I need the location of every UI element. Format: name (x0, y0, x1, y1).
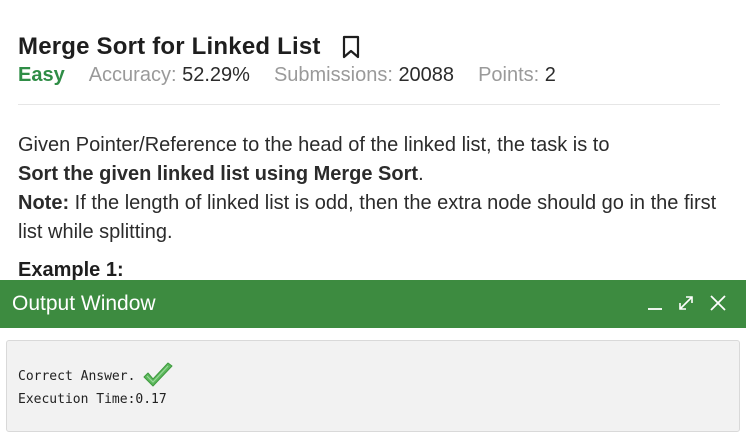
accuracy-stat: Accuracy: 52.29% (89, 64, 250, 87)
output-window-title: Output Window (12, 292, 156, 315)
description-text: Given Pointer/Reference to the head of t… (18, 134, 610, 156)
problem-panel: Merge Sort for Linked List Easy Accuracy… (0, 0, 746, 280)
divider (18, 104, 720, 105)
note-paragraph: Note: If the length of linked list is od… (18, 189, 730, 247)
submissions-stat: Submissions: 20088 (274, 64, 454, 87)
output-window-body: Correct Answer. Execution Time:0.17 (6, 340, 740, 432)
title-row: Merge Sort for Linked List (18, 33, 361, 61)
points-value: 2 (544, 64, 556, 86)
points-stat: Points: 2 (478, 64, 556, 87)
accuracy-value: 52.29% (182, 64, 250, 86)
description-period: . (418, 163, 424, 185)
accuracy-label: Accuracy: (88, 64, 177, 86)
note-text: If the length of linked list is odd, the… (18, 192, 717, 243)
output-window-header[interactable]: Output Window (0, 280, 746, 328)
problem-description: Given Pointer/Reference to the head of t… (18, 131, 730, 247)
submissions-label: Submissions: (273, 64, 393, 86)
execution-value: 0.17 (135, 392, 167, 407)
problem-title: Merge Sort for Linked List (18, 33, 321, 60)
expand-icon[interactable] (674, 291, 698, 315)
result-line: Correct Answer. (18, 362, 175, 390)
points-label: Points: (478, 64, 540, 86)
difficulty-badge: Easy (18, 64, 65, 86)
minimize-icon[interactable] (643, 291, 667, 315)
note-label: Note: (18, 192, 70, 214)
problem-meta: Easy Accuracy: 52.29% Submissions: 20088… (18, 64, 580, 87)
bookmark-icon[interactable] (341, 34, 361, 60)
description-paragraph: Given Pointer/Reference to the head of t… (18, 131, 730, 189)
description-emphasis: Sort the given linked list using Merge S… (18, 163, 419, 185)
execution-line: Execution Time:0.17 (18, 392, 167, 407)
execution-label: Execution Time: (18, 392, 136, 407)
submissions-value: 20088 (398, 64, 455, 86)
example-heading: Example 1: (18, 259, 124, 280)
check-icon (141, 362, 175, 390)
close-icon[interactable] (706, 291, 730, 315)
result-text: Correct Answer. (18, 368, 136, 384)
